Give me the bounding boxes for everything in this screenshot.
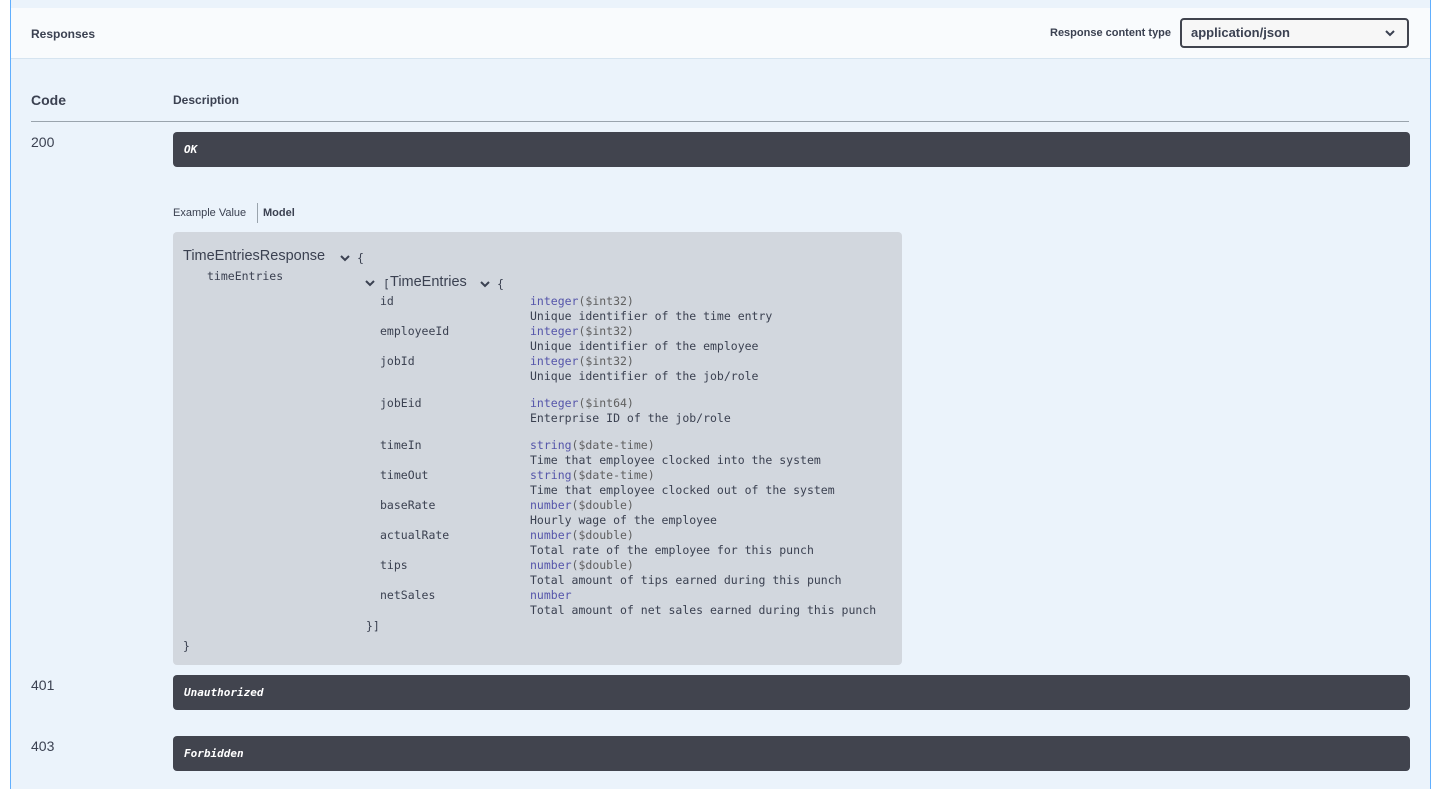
property-type: number($double) bbox=[530, 498, 634, 512]
property-type: number bbox=[530, 588, 572, 602]
property-name: baseRate bbox=[380, 498, 436, 512]
code-column-header: Code bbox=[31, 92, 66, 108]
chevron-down-icon bbox=[1385, 30, 1395, 37]
model-close-brace: } bbox=[183, 639, 190, 653]
property-name: timeOut bbox=[380, 468, 429, 482]
property-name: actualRate bbox=[380, 528, 450, 542]
chevron-down-icon[interactable] bbox=[364, 278, 376, 288]
content-type-value: application/json bbox=[1191, 25, 1290, 40]
property-type: number($double) bbox=[530, 558, 634, 572]
property-description: Unique identifier of the employee bbox=[530, 339, 759, 353]
response-code-200: 200 bbox=[31, 134, 55, 150]
tab-model[interactable]: Model bbox=[263, 207, 295, 219]
inner-model-name: TimeEntries bbox=[390, 274, 467, 290]
description-column-header: Description bbox=[173, 93, 240, 107]
responses-panel: Responses Response content type applicat… bbox=[10, 0, 1431, 789]
inner-close-bracket: }] bbox=[366, 619, 380, 633]
response-code-403: 403 bbox=[31, 738, 55, 754]
property-name: jobEid bbox=[380, 396, 422, 410]
header-divider bbox=[31, 121, 1409, 122]
tab-example-value[interactable]: Example Value bbox=[173, 207, 246, 219]
model-name: TimeEntriesResponse bbox=[183, 248, 326, 264]
property-description: Total amount of tips earned during this … bbox=[530, 573, 842, 587]
chevron-down-icon[interactable] bbox=[479, 279, 491, 289]
property-name: employeeId bbox=[380, 324, 450, 338]
model-schema-box: TimeEntriesResponse { timeEntries [ Time… bbox=[173, 232, 902, 665]
responses-header: Responses Response content type applicat… bbox=[11, 8, 1430, 59]
property-description: Total rate of the employee for this punc… bbox=[530, 543, 814, 557]
property-type: number($double) bbox=[530, 528, 634, 542]
property-type: integer($int64) bbox=[530, 396, 634, 410]
content-type-label: Response content type bbox=[1050, 27, 1172, 39]
property-description: Hourly wage of the employee bbox=[530, 513, 717, 527]
response-code-401: 401 bbox=[31, 677, 55, 693]
property-description: Enterprise ID of the job/role bbox=[530, 411, 731, 425]
property-name: netSales bbox=[380, 588, 436, 602]
property-name: tips bbox=[380, 558, 408, 572]
property-type: string($date-time) bbox=[530, 468, 655, 482]
responses-title: Responses bbox=[31, 27, 96, 41]
chevron-down-icon[interactable] bbox=[339, 253, 351, 263]
property-name: jobId bbox=[380, 354, 415, 368]
property-name: timeIn bbox=[380, 438, 422, 452]
property-type: string($date-time) bbox=[530, 438, 655, 452]
inner-open-brace: { bbox=[497, 277, 504, 291]
property-description: Unique identifier of the job/role bbox=[530, 369, 759, 383]
property-type: integer($int32) bbox=[530, 354, 634, 368]
property-type: integer($int32) bbox=[530, 294, 634, 308]
content-type-select[interactable]: application/json bbox=[1180, 18, 1409, 48]
model-field-name: timeEntries bbox=[207, 269, 284, 283]
property-description: Time that employee clocked out of the sy… bbox=[530, 483, 835, 497]
model-open-brace: { bbox=[357, 251, 364, 265]
array-open-bracket: [ bbox=[383, 277, 390, 291]
property-description: Unique identifier of the time entry bbox=[530, 309, 773, 323]
response-description-200: OK bbox=[173, 132, 1410, 167]
response-description-403: Forbidden bbox=[173, 736, 1410, 771]
tab-divider bbox=[257, 203, 258, 223]
response-description-401: Unauthorized bbox=[173, 675, 1410, 710]
property-description: Total amount of net sales earned during … bbox=[530, 603, 877, 617]
property-name: id bbox=[380, 294, 394, 308]
property-description: Time that employee clocked into the syst… bbox=[530, 453, 821, 467]
property-type: integer($int32) bbox=[530, 324, 634, 338]
